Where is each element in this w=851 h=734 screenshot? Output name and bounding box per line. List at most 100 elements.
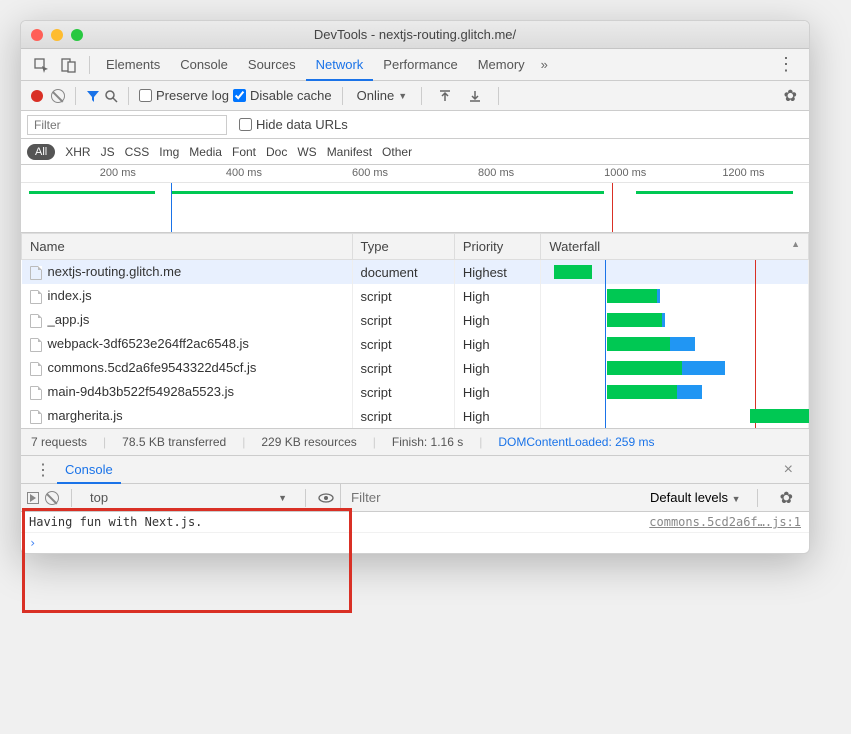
request-waterfall — [541, 308, 809, 332]
drawer-tab-console[interactable]: Console — [57, 456, 121, 484]
console-context-select[interactable]: top▼ — [84, 490, 293, 505]
summary-requests: 7 requests — [31, 435, 87, 449]
more-tabs-icon[interactable]: » — [535, 53, 554, 76]
hide-data-urls-checkbox[interactable]: Hide data URLs — [239, 117, 348, 132]
console-message: Having fun with Next.js. — [29, 515, 649, 529]
table-row[interactable]: commons.5cd2a6fe9543322d45cf.js script H… — [22, 356, 809, 380]
summary-resources: 229 KB resources — [261, 435, 356, 449]
col-waterfall[interactable]: Waterfall▲ — [541, 234, 809, 260]
network-summary: 7 requests | 78.5 KB transferred | 229 K… — [21, 428, 809, 456]
request-name: margherita.js — [48, 408, 123, 423]
table-row[interactable]: webpack-3df6523e264ff2ac6548.js script H… — [22, 332, 809, 356]
tab-network[interactable]: Network — [306, 49, 374, 81]
table-row[interactable]: index.js script High — [22, 284, 809, 308]
file-icon — [30, 338, 42, 352]
type-filter-row: All XHR JS CSS Img Media Font Doc WS Man… — [21, 139, 809, 165]
record-icon[interactable] — [31, 90, 43, 102]
filter-input[interactable] — [27, 115, 227, 135]
request-waterfall — [541, 332, 809, 356]
file-icon — [30, 362, 42, 376]
window-title: DevTools - nextjs-routing.glitch.me/ — [21, 27, 809, 42]
summary-finish: Finish: 1.16 s — [392, 435, 463, 449]
settings-kebab-icon[interactable]: ⋮ — [769, 54, 803, 75]
titlebar: DevTools - nextjs-routing.glitch.me/ — [21, 21, 809, 49]
request-name: commons.5cd2a6fe9543322d45cf.js — [48, 360, 257, 375]
search-icon[interactable] — [104, 89, 118, 103]
timeline-ruler: 200 ms 400 ms 600 ms 800 ms 1000 ms 1200… — [21, 165, 809, 183]
console-log-line[interactable]: Having fun with Next.js. commons.5cd2a6f… — [21, 512, 809, 533]
file-icon — [30, 410, 42, 424]
col-name[interactable]: Name — [22, 234, 353, 260]
drawer-close-icon[interactable]: × — [776, 461, 801, 479]
type-xhr[interactable]: XHR — [65, 145, 90, 159]
col-priority[interactable]: Priority — [454, 234, 541, 260]
network-toolbar: Preserve log Disable cache Online ▼ ✿ — [21, 81, 809, 111]
table-row[interactable]: margherita.js script High — [22, 404, 809, 428]
request-type: script — [352, 380, 454, 404]
type-media[interactable]: Media — [189, 145, 222, 159]
request-waterfall — [541, 404, 809, 428]
console-settings-icon[interactable]: ✿ — [774, 488, 799, 508]
summary-transferred: 78.5 KB transferred — [122, 435, 226, 449]
type-all[interactable]: All — [27, 144, 55, 160]
type-js[interactable]: JS — [101, 145, 115, 159]
type-img[interactable]: Img — [159, 145, 179, 159]
request-type: script — [352, 332, 454, 356]
request-type: script — [352, 404, 454, 428]
request-priority: High — [454, 284, 541, 308]
request-type: script — [352, 284, 454, 308]
table-row[interactable]: nextjs-routing.glitch.me document Highes… — [22, 260, 809, 285]
tab-console[interactable]: Console — [170, 49, 238, 81]
request-priority: High — [454, 332, 541, 356]
upload-har-icon[interactable] — [432, 85, 458, 107]
type-manifest[interactable]: Manifest — [327, 145, 372, 159]
console-filter-input[interactable] — [351, 490, 528, 505]
disable-cache-checkbox[interactable]: Disable cache — [233, 88, 332, 103]
type-other[interactable]: Other — [382, 145, 412, 159]
preserve-log-checkbox[interactable]: Preserve log — [139, 88, 229, 103]
type-doc[interactable]: Doc — [266, 145, 287, 159]
request-priority: High — [454, 380, 541, 404]
console-clear-icon[interactable] — [45, 491, 59, 505]
console-body: Having fun with Next.js. commons.5cd2a6f… — [21, 512, 809, 553]
type-ws[interactable]: WS — [297, 145, 316, 159]
filter-row: Hide data URLs — [21, 111, 809, 139]
request-priority: High — [454, 404, 541, 428]
console-sidebar-toggle-icon[interactable] — [27, 492, 39, 504]
device-toggle-icon[interactable] — [55, 53, 83, 77]
console-input[interactable] — [40, 536, 801, 550]
col-type[interactable]: Type — [352, 234, 454, 260]
request-type: script — [352, 308, 454, 332]
clear-icon[interactable] — [51, 89, 65, 103]
console-prompt[interactable]: › — [21, 533, 809, 553]
disable-cache-label: Disable cache — [250, 88, 332, 103]
table-row[interactable]: _app.js script High — [22, 308, 809, 332]
tab-performance[interactable]: Performance — [373, 49, 467, 81]
request-type: script — [352, 356, 454, 380]
prompt-chevron-icon: › — [29, 536, 36, 550]
request-waterfall — [541, 380, 809, 404]
overview-timeline[interactable] — [21, 183, 809, 233]
request-waterfall — [541, 284, 809, 308]
type-font[interactable]: Font — [232, 145, 256, 159]
tab-sources[interactable]: Sources — [238, 49, 306, 81]
console-source-link[interactable]: commons.5cd2a6f….js:1 — [649, 515, 801, 529]
throttling-select[interactable]: Online ▼ — [353, 88, 412, 103]
request-priority: High — [454, 308, 541, 332]
download-har-icon[interactable] — [462, 85, 488, 107]
log-levels-select[interactable]: Default levels ▼ — [650, 490, 741, 505]
request-waterfall — [541, 260, 809, 285]
tab-elements[interactable]: Elements — [96, 49, 170, 81]
request-waterfall — [541, 356, 809, 380]
main-tabs: Elements Console Sources Network Perform… — [21, 49, 809, 81]
filter-toggle-icon[interactable] — [86, 89, 100, 103]
table-row[interactable]: main-9d4b3b522f54928a5523.js script High — [22, 380, 809, 404]
tab-memory[interactable]: Memory — [468, 49, 535, 81]
live-expression-icon[interactable] — [318, 492, 334, 504]
inspect-icon[interactable] — [27, 53, 55, 77]
network-settings-icon[interactable]: ✿ — [778, 86, 803, 106]
type-css[interactable]: CSS — [125, 145, 150, 159]
drawer-kebab-icon[interactable]: ⋮ — [29, 460, 57, 480]
network-table: Name Type Priority Waterfall▲ nextjs-rou… — [21, 233, 809, 428]
preserve-log-label: Preserve log — [156, 88, 229, 103]
